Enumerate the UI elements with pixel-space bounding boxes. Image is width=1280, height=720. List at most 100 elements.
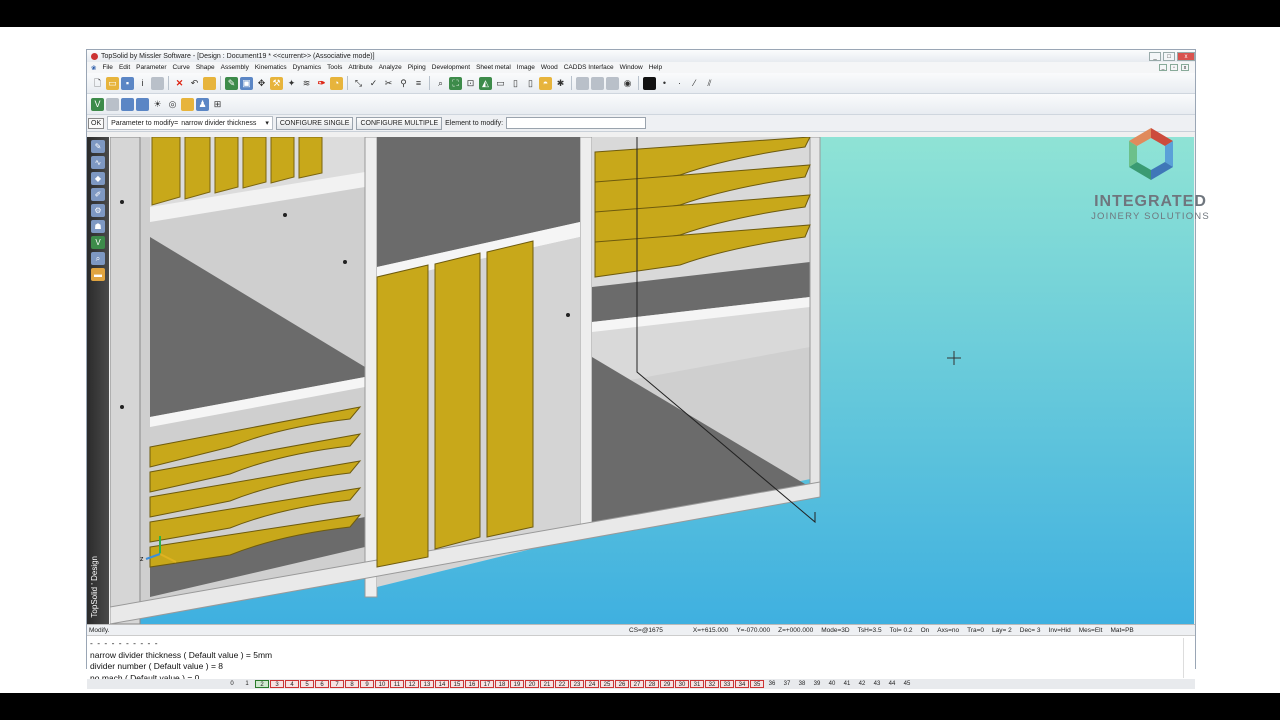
layer-chip[interactable]: 45: [900, 680, 914, 688]
layer-chip[interactable]: 16: [465, 680, 479, 688]
robot-icon[interactable]: ☗: [91, 220, 105, 233]
view-iso-icon[interactable]: ◭: [479, 76, 492, 90]
curve-icon[interactable]: ∿: [91, 156, 105, 169]
menu-kinematics[interactable]: Kinematics: [255, 64, 287, 71]
tool-icon[interactable]: ⚒: [270, 76, 283, 90]
maximize-button[interactable]: □: [1163, 51, 1175, 61]
select-icon[interactable]: ▣: [240, 76, 253, 90]
close-button[interactable]: x: [1177, 51, 1195, 61]
layer-chip[interactable]: 6: [315, 680, 329, 688]
doc-restore-button[interactable]: ▫: [1170, 64, 1178, 71]
delete-icon[interactable]: ✕: [173, 77, 186, 90]
cylinder-icon[interactable]: [576, 76, 589, 90]
v-badge-icon[interactable]: V: [91, 236, 105, 249]
bulb-icon[interactable]: ☀: [151, 98, 164, 111]
layer-chip[interactable]: 26: [615, 680, 629, 688]
layer-chip[interactable]: 40: [825, 680, 839, 688]
layer-chip[interactable]: 21: [540, 680, 554, 688]
layer-chip[interactable]: 27: [630, 680, 644, 688]
layer-chip[interactable]: 25: [600, 680, 614, 688]
sphere-icon[interactable]: [136, 97, 149, 111]
color-swatch-icon[interactable]: [643, 76, 656, 90]
gear-icon[interactable]: ⚙: [91, 204, 105, 217]
layer-chip[interactable]: 1: [240, 680, 254, 688]
menu-curve[interactable]: Curve: [173, 64, 190, 71]
layer-chip[interactable]: 22: [555, 680, 569, 688]
layer-chip[interactable]: 30: [675, 680, 689, 688]
layer-chip[interactable]: 43: [870, 680, 884, 688]
view-front-icon[interactable]: ▯: [509, 77, 522, 90]
console-scrollbar[interactable]: [1183, 638, 1193, 678]
paint-icon[interactable]: ◔: [330, 76, 343, 90]
part-icon[interactable]: [181, 97, 194, 111]
parameter-select[interactable]: Parameter to modify= narrow divider thic…: [107, 116, 273, 130]
menu-assembly[interactable]: Assembly: [221, 64, 249, 71]
element-input[interactable]: [506, 117, 647, 129]
layer-chip[interactable]: 9: [360, 680, 374, 688]
layer-chip[interactable]: 31: [690, 680, 704, 688]
save-icon[interactable]: ▪: [121, 76, 134, 90]
menu-cadds-interface[interactable]: CADDS Interface: [564, 64, 614, 71]
view-top-icon[interactable]: ▭: [494, 77, 507, 90]
menu-help[interactable]: Help: [649, 64, 662, 71]
layer-chip[interactable]: 34: [735, 680, 749, 688]
menu-image[interactable]: Image: [517, 64, 535, 71]
layer-chip[interactable]: 36: [765, 680, 779, 688]
layer-chip[interactable]: 12: [405, 680, 419, 688]
target-icon[interactable]: ◎: [166, 98, 179, 111]
open-icon[interactable]: ▭: [106, 76, 119, 90]
layer-chip[interactable]: 2: [255, 680, 269, 688]
configure-multiple-button[interactable]: CONFIGURE MULTIPLE: [356, 116, 443, 130]
layer-chip[interactable]: 24: [585, 680, 599, 688]
menu-window[interactable]: Window: [620, 64, 643, 71]
pencil-icon[interactable]: ✎: [91, 140, 105, 153]
layer-chip[interactable]: 41: [840, 680, 854, 688]
layer-chip[interactable]: 13: [420, 680, 434, 688]
layer-chip[interactable]: 29: [660, 680, 674, 688]
ok-button[interactable]: OK: [88, 117, 105, 129]
hidden-icon[interactable]: [606, 76, 619, 90]
layer-chip[interactable]: 38: [795, 680, 809, 688]
layer-chip[interactable]: 18: [495, 680, 509, 688]
view-fit-icon[interactable]: ⛶: [449, 76, 462, 90]
sketch-icon[interactable]: ✐: [91, 188, 105, 201]
layer-chip[interactable]: 3: [270, 680, 284, 688]
layer-chip[interactable]: 15: [450, 680, 464, 688]
trim-icon[interactable]: ✂: [382, 77, 395, 90]
layer-chip[interactable]: 28: [645, 680, 659, 688]
new-icon[interactable]: 🗋: [91, 77, 104, 90]
configure-single-button[interactable]: CONFIGURE SINGLE: [275, 116, 354, 130]
measure-icon[interactable]: ⤡: [352, 77, 365, 90]
menu-attribute[interactable]: Attribute: [348, 64, 372, 71]
doc-minimize-button[interactable]: _: [1159, 64, 1167, 71]
layer-chip[interactable]: 37: [780, 680, 794, 688]
lamp-icon[interactable]: ✱: [554, 77, 567, 90]
topsolid-badge-icon[interactable]: V: [91, 97, 104, 111]
info-icon[interactable]: i: [136, 77, 149, 90]
layer-chip[interactable]: 20: [525, 680, 539, 688]
modify-icon[interactable]: ✎: [225, 76, 238, 90]
layer-chip[interactable]: 7: [330, 680, 344, 688]
menu-edit[interactable]: Edit: [119, 64, 130, 71]
layer-chip[interactable]: 17: [480, 680, 494, 688]
chart-icon[interactable]: ≡: [412, 77, 425, 90]
menu-app-icon[interactable]: ❀: [91, 64, 96, 72]
shade-icon[interactable]: [591, 76, 604, 90]
layer-chip[interactable]: 0: [225, 680, 239, 688]
layer-chip[interactable]: 23: [570, 680, 584, 688]
doc-close-button[interactable]: x: [1181, 64, 1189, 71]
grid-icon[interactable]: [106, 97, 119, 111]
layer-chip[interactable]: 42: [855, 680, 869, 688]
link-icon[interactable]: ⚲: [397, 77, 410, 90]
kinematics-icon[interactable]: ✥: [255, 77, 268, 90]
menu-shape[interactable]: Shape: [196, 64, 215, 71]
layer-chip[interactable]: 4: [285, 680, 299, 688]
layer-chip[interactable]: 8: [345, 680, 359, 688]
3d-viewport[interactable]: z: [110, 137, 1194, 624]
cube-icon[interactable]: [121, 97, 134, 111]
shape-icon[interactable]: ◆: [91, 172, 105, 185]
pick-icon[interactable]: ✑: [315, 77, 328, 90]
layer-chip[interactable]: 39: [810, 680, 824, 688]
layer-chip[interactable]: 44: [885, 680, 899, 688]
menu-dynamics[interactable]: Dynamics: [293, 64, 322, 71]
